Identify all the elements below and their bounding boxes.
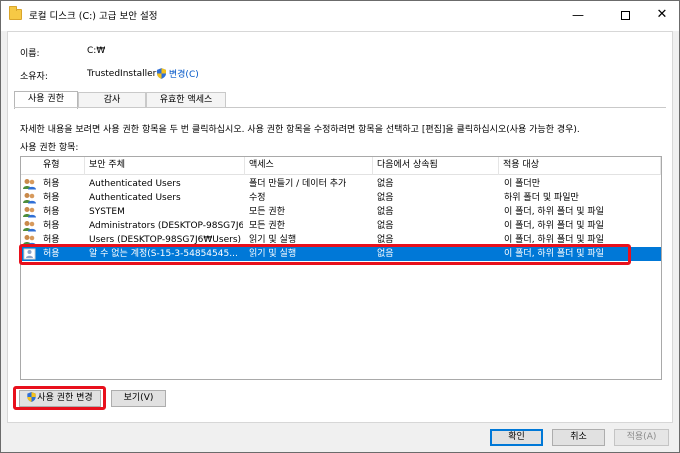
maximize-button[interactable] <box>608 1 642 31</box>
tab-auditing-label: 감사 <box>103 95 121 105</box>
cancel-button[interactable]: 취소 <box>552 429 605 446</box>
row-principal: Authenticated Users <box>89 193 181 203</box>
list-header: 유형 보안 주체 액세스 다음에서 상속됨 적용 대상 <box>21 157 661 175</box>
column-header-principal[interactable]: 보안 주체 <box>85 157 245 175</box>
close-button[interactable]: ✕ <box>645 1 679 31</box>
permission-row[interactable]: 허용 SYSTEM 모든 권한 없음 이 폴더, 하위 폴더 및 파일 <box>21 205 661 219</box>
tab-divider <box>14 107 666 108</box>
tab-effective-access-label: 유효한 액세스 <box>159 95 213 105</box>
row-type: 허용 <box>43 179 60 189</box>
column-header-access[interactable]: 액세스 <box>245 157 373 175</box>
row-inherited-from: 없음 <box>377 179 394 189</box>
column-header-applies-to[interactable]: 적용 대상 <box>499 157 661 175</box>
window-title: 로컬 디스크 (C:) 고급 보안 설정 <box>29 11 158 22</box>
change-button-highlight <box>13 386 106 410</box>
permission-row[interactable]: 허용 Administrators (DESKTOP-98SG7J6... 모든… <box>21 219 661 233</box>
name-value: C:₩ <box>87 46 106 56</box>
users-icon <box>23 179 36 190</box>
column-header-inherited-from[interactable]: 다음에서 상속됨 <box>373 157 499 175</box>
folder-icon <box>9 6 22 20</box>
row-inherited-from: 없음 <box>377 193 394 203</box>
change-owner-label: 변경(C) <box>168 70 199 80</box>
uac-shield-icon <box>157 68 166 79</box>
advanced-security-settings-window: 로컬 디스크 (C:) 고급 보안 설정 — ✕ 이름: C:₩ 소유자: Tr… <box>0 0 680 453</box>
users-icon <box>23 193 36 204</box>
tab-permissions-label: 사용 권한 <box>28 94 64 104</box>
row-inherited-from: 없음 <box>377 221 394 231</box>
row-access: 모든 권한 <box>249 207 285 217</box>
title-bar[interactable]: 로컬 디스크 (C:) 고급 보안 설정 — ✕ <box>1 1 679 31</box>
owner-label: 소유자: <box>20 72 48 82</box>
permission-entries-list[interactable]: 유형 보안 주체 액세스 다음에서 상속됨 적용 대상 허용 Authentic… <box>20 156 662 380</box>
row-principal: SYSTEM <box>89 207 125 217</box>
permission-entries-label: 사용 권한 항목: <box>20 143 79 153</box>
minimize-button[interactable]: — <box>561 1 595 31</box>
row-applies-to: 이 폴더, 하위 폴더 및 파일 <box>504 207 604 217</box>
row-type: 허용 <box>43 193 60 203</box>
permission-row[interactable]: 허용 Authenticated Users 폴더 만들기 / 데이터 추가 없… <box>21 177 661 191</box>
tab-effective-access[interactable]: 유효한 액세스 <box>146 92 226 108</box>
row-type: 허용 <box>43 207 60 217</box>
row-inherited-from: 없음 <box>377 207 394 217</box>
users-icon <box>23 221 36 232</box>
row-applies-to: 이 폴더만 <box>504 179 540 189</box>
row-applies-to: 하위 폴더 및 파일만 <box>504 193 579 203</box>
maximize-icon <box>620 11 630 20</box>
permissions-description: 자세한 내용을 보려면 사용 권한 항목을 두 번 클릭하십시오. 사용 권한 … <box>20 125 580 135</box>
change-owner-link[interactable]: 변경(C) <box>157 67 199 80</box>
column-header-type[interactable]: 유형 <box>39 157 85 175</box>
row-type: 허용 <box>43 221 60 231</box>
row-access: 폴더 만들기 / 데이터 추가 <box>249 179 347 189</box>
permission-row[interactable]: 허용 Authenticated Users 수정 없음 하위 폴더 및 파일만 <box>21 191 661 205</box>
row-access: 수정 <box>249 193 266 203</box>
row-access: 모든 권한 <box>249 221 285 231</box>
row-applies-to: 이 폴더, 하위 폴더 및 파일 <box>504 221 604 231</box>
tab-auditing[interactable]: 감사 <box>78 92 146 108</box>
ok-button[interactable]: 확인 <box>490 429 543 446</box>
name-label: 이름: <box>20 49 40 59</box>
apply-button[interactable]: 적용(A) <box>614 429 669 446</box>
row-principal: Administrators (DESKTOP-98SG7J6... <box>89 221 243 231</box>
selected-row-highlight <box>19 244 631 265</box>
owner-value: TrustedInstaller <box>87 69 157 79</box>
users-icon <box>23 207 36 218</box>
view-button[interactable]: 보기(V) <box>111 390 166 407</box>
row-principal: Authenticated Users <box>89 179 181 189</box>
